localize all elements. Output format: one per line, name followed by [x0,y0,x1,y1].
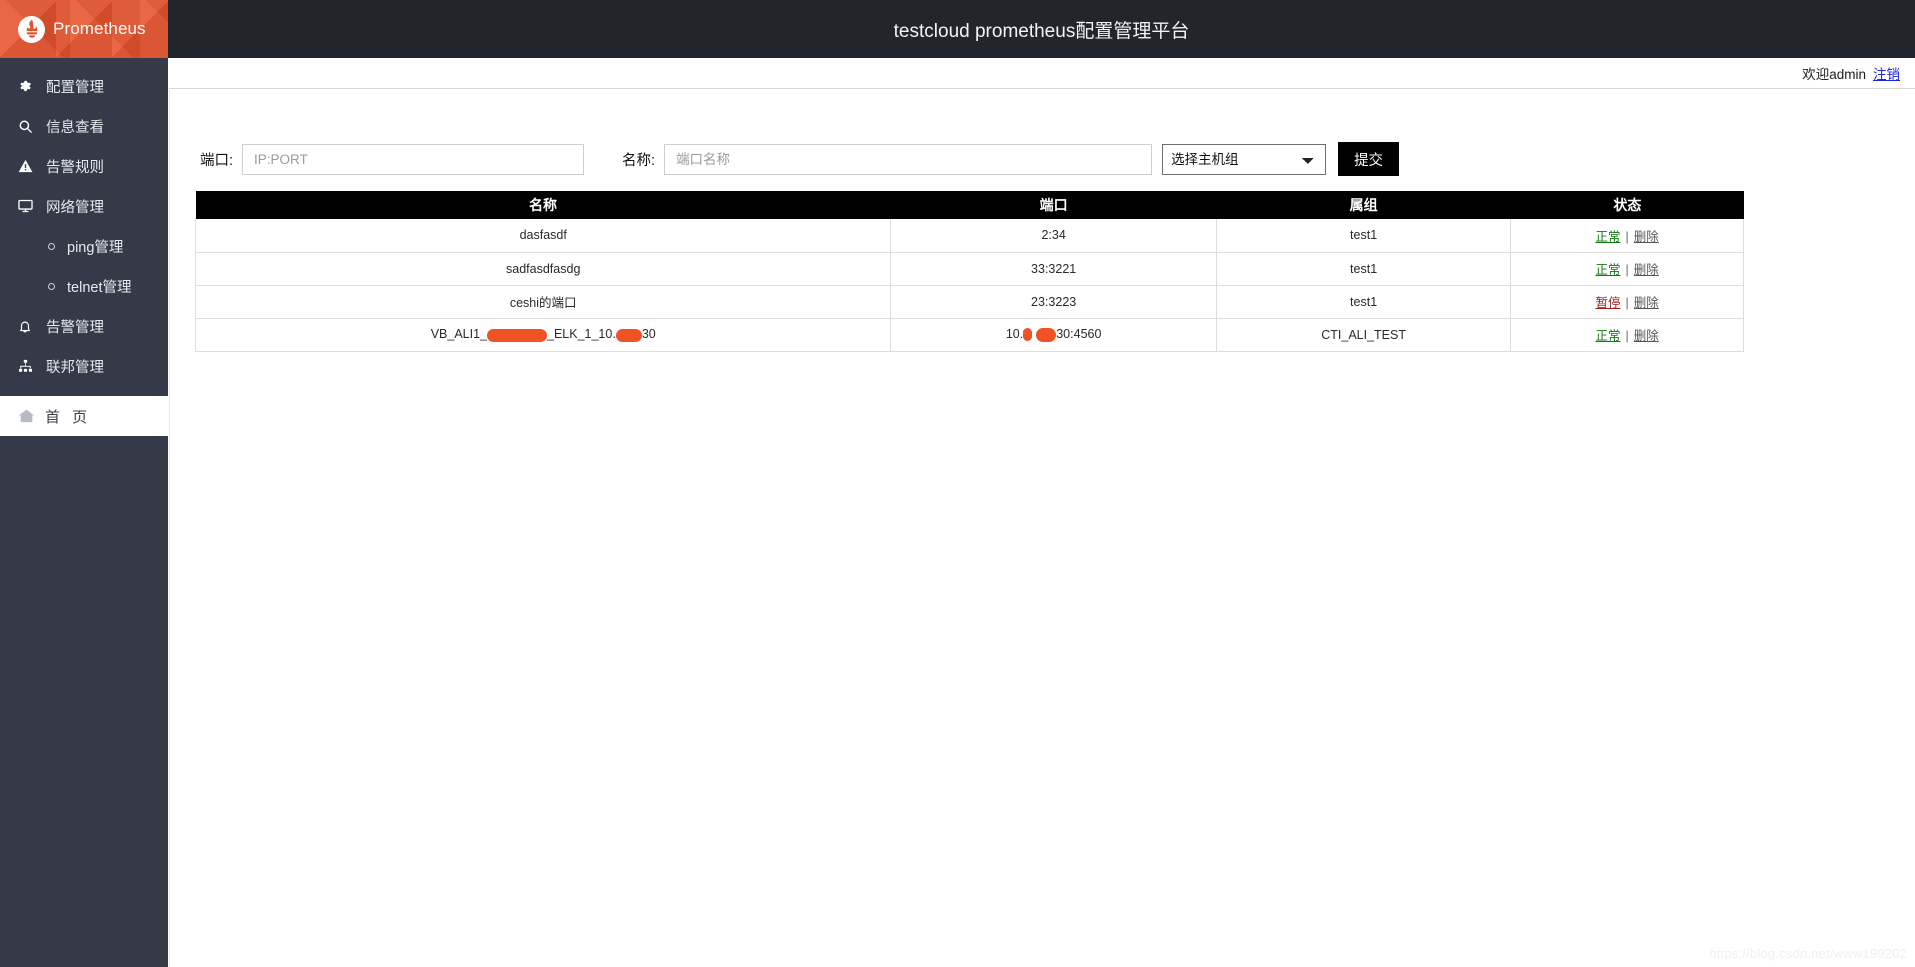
main-content: 端口: 名称: 选择主机组 提交 名称 端口 属组 状态 [169,90,1915,967]
cell-name: ceshi的端口 [194,285,892,319]
logout-link[interactable]: 注销 [1873,63,1900,83]
circle-bullet-icon [48,282,55,290]
monitor-icon [18,199,38,213]
gear-icon [18,79,38,93]
redaction-mark [487,328,547,342]
column-header-port: 端口 [890,191,1217,219]
name-input[interactable] [664,143,1153,175]
action-separator: | [1625,329,1629,343]
name-field-label: 名称: [622,152,656,169]
cell-group: CTI_ALI_TEST [1216,318,1512,352]
column-header-group: 属组 [1216,191,1512,219]
page-root: Prometheus 配置管理 信息查看 告警规则 网络管理 ping管理 te… [0,0,1915,967]
table-row: sadfasdfasdg 33:3221 test1 正常 | 删除 [194,252,1744,286]
home-icon [18,408,35,424]
status-normal-link[interactable]: 正常 [1596,263,1621,277]
user-bar: 欢迎admin 注销 [169,58,1915,89]
cell-status-actions: 暂停 | 删除 [1510,285,1744,319]
table-header-row: 名称 端口 属组 状态 [195,191,1744,219]
sidebar-item-label: 联邦管理 [46,359,104,376]
sidebar-item-telnet-management[interactable]: telnet管理 [0,266,168,306]
cell-status-actions: 正常 | 删除 [1510,252,1744,286]
port-field-label: 端口: [200,152,234,169]
action-separator: | [1625,229,1629,244]
redaction-mark [1036,327,1057,342]
cell-name-text: VB_ALI1_ [430,327,487,342]
redaction-mark [1023,328,1033,342]
action-separator: | [1625,296,1629,310]
status-normal-link[interactable]: 正常 [1596,329,1621,343]
status-pause-link[interactable]: 暂停 [1596,296,1621,310]
sidebar-item-home[interactable]: 首 页 [0,396,168,436]
port-input[interactable] [242,143,585,175]
table-body: dasfasdf 2:34 test1 正常 | 删除 sadfasdfasdg 33:322… [194,219,1744,352]
welcome-text: 欢迎admin [1802,67,1866,82]
submit-button[interactable]: 提交 [1338,142,1400,176]
column-header-status: 状态 [1510,191,1744,219]
sidebar-home-label: 首 页 [45,408,92,426]
cell-status-actions: 正常 | 删除 [1510,318,1744,352]
sidebar-item-label: 配置管理 [46,79,104,96]
status-normal-link[interactable]: 正常 [1596,230,1621,244]
sidebar-item-federation-management[interactable]: 联邦管理 [0,346,168,386]
brand-header[interactable]: Prometheus [0,0,168,58]
topbar: testcloud prometheus配置管理平台 [168,0,1915,58]
cell-port: 10. 30:4560 [890,318,1217,352]
table-head: 名称 端口 属组 状态 [195,191,1744,219]
cell-group: test1 [1216,285,1512,319]
table-row: dasfasdf 2:34 test1 正常 | 删除 [194,219,1744,253]
brand-name: Prometheus [53,19,146,38]
watermark: https://blog.csdn.net/www199202 [1709,946,1907,961]
page-title: testcloud prometheus配置管理平台 [893,20,1190,42]
warning-triangle-icon [18,159,38,173]
sidebar-item-ping-management[interactable]: ping管理 [0,226,168,266]
sidebar-nav: 配置管理 信息查看 告警规则 网络管理 ping管理 telnet管理 告警管理… [0,58,168,436]
cell-port: 2:34 [890,219,1217,253]
sidebar-item-alert-rules[interactable]: 告警规则 [0,146,168,186]
ports-table: 名称 端口 属组 状态 dasfasdf 2:34 test1 正常 | 删除 sadfas… [194,191,1744,352]
table-row: VB_ALI1_ _ELK_1_10. 30 10. 30:4560 CTI_ALI_TE… [194,318,1744,352]
cell-name: dasfasdf [194,219,892,253]
cell-group: test1 [1216,252,1512,286]
cell-port-text: 30:4560 [1056,327,1102,342]
sidebar-subitem-label: telnet管理 [67,279,132,296]
sitemap-icon [18,359,38,373]
cell-port: 33:3221 [890,252,1217,286]
delete-link[interactable]: 删除 [1634,296,1659,310]
sidebar: Prometheus 配置管理 信息查看 告警规则 网络管理 ping管理 te… [0,0,168,967]
delete-link[interactable]: 删除 [1634,329,1659,343]
cell-status-actions: 正常 | 删除 [1510,219,1744,253]
cell-name-text: 30 [641,327,656,342]
cell-name-text: _ELK_1_10. [547,327,616,342]
table-row: ceshi的端口 23:3223 test1 暂停 | 删除 [194,285,1744,319]
circle-bullet-icon [48,242,55,250]
sidebar-item-network-management[interactable]: 网络管理 [0,186,168,226]
sidebar-item-alert-management[interactable]: 告警管理 [0,306,168,346]
bell-icon [18,319,38,334]
sidebar-item-label: 告警管理 [46,319,104,336]
delete-link[interactable]: 删除 [1634,230,1659,244]
cell-port: 23:3223 [890,285,1217,319]
cell-name: VB_ALI1_ _ELK_1_10. 30 [194,318,892,352]
sidebar-item-config-management[interactable]: 配置管理 [0,66,168,106]
delete-link[interactable]: 删除 [1634,263,1659,277]
sidebar-item-info-view[interactable]: 信息查看 [0,106,168,146]
search-icon [18,119,38,134]
redaction-mark [615,328,642,342]
ports-table-wrapper: 名称 端口 属组 状态 dasfasdf 2:34 test1 正常 | 删除 sadfas… [194,191,1744,352]
cell-port-text: 10. [1005,327,1024,342]
host-group-select[interactable]: 选择主机组 [1162,143,1327,175]
sidebar-item-label: 告警规则 [46,159,104,176]
sidebar-item-label: 网络管理 [46,199,104,216]
sidebar-item-label: 信息查看 [46,119,104,136]
column-header-name: 名称 [195,191,892,219]
cell-name: sadfasdfasdg [194,252,892,286]
action-separator: | [1625,263,1629,277]
sidebar-subitem-label: ping管理 [67,239,124,256]
cell-group: test1 [1216,219,1512,253]
prometheus-logo-icon [18,15,45,43]
filter-form: 端口: 名称: 选择主机组 提交 [200,142,1400,176]
